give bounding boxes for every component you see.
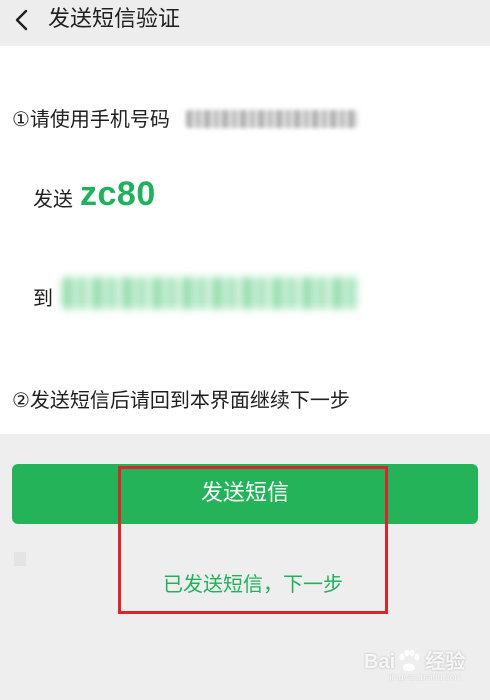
page-title: 发送短信验证: [48, 7, 181, 32]
sent-next-link[interactable]: 已发送短信，下一步: [118, 570, 388, 598]
step2-text: ②发送短信后请回到本界面继续下一步: [12, 388, 350, 412]
send-label: 发送: [33, 187, 73, 211]
chevron-left-icon[interactable]: [12, 8, 32, 32]
redacted-phone-number: [186, 110, 358, 128]
step1-text: ①请使用手机号码: [12, 107, 170, 131]
paw-icon: [399, 649, 420, 671]
send-sms-button[interactable]: 发送短信: [12, 464, 478, 524]
sms-code: zc80: [80, 175, 156, 213]
watermark-url: jingyan.baidu.com: [389, 672, 462, 682]
baidu-watermark: Bai 经验 jingyan.baidu.com: [364, 649, 465, 682]
to-label: 到: [33, 286, 53, 310]
top-bar: 发送短信验证: [0, 0, 490, 46]
redacted-target-number: [62, 277, 358, 309]
faint-square: [14, 552, 26, 566]
